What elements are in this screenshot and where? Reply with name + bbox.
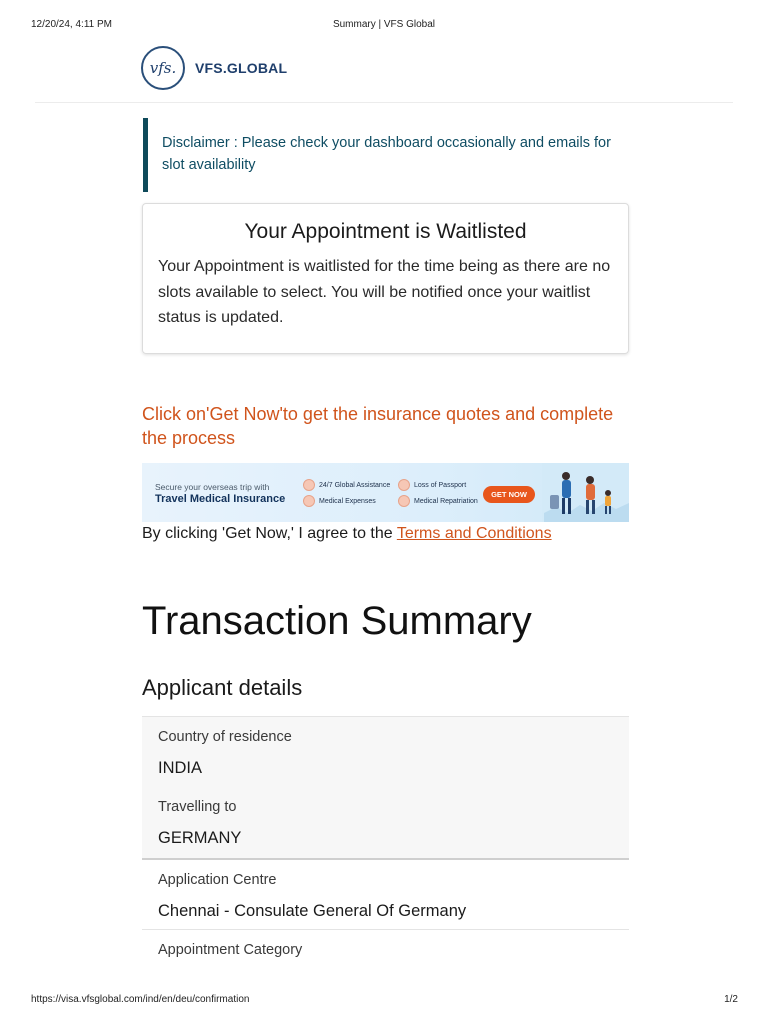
detail-row-appointment-category: Appointment Category [142, 929, 629, 989]
print-header: 12/20/24, 4:11 PM Summary | VFS Global [0, 19, 768, 33]
passport-icon [398, 479, 410, 491]
print-footer: https://visa.vfsglobal.com/ind/en/deu/co… [0, 994, 768, 1008]
waitlist-status-card: Your Appointment is Waitlisted Your Appo… [142, 203, 629, 354]
detail-label: Travelling to [158, 799, 237, 815]
banner-feature: Medical Expenses [303, 495, 376, 507]
detail-value: INDIA [158, 759, 203, 777]
terms-prefix: By clicking 'Get Now,' I agree to the [142, 525, 397, 542]
print-url: https://visa.vfsglobal.com/ind/en/deu/co… [31, 994, 250, 1005]
print-page-number: 1/2 [724, 994, 738, 1005]
header-divider [35, 102, 733, 103]
disclaimer-notice: Disclaimer : Please check your dashboard… [143, 118, 613, 192]
travel-insurance-banner[interactable]: Secure your overseas trip with Travel Me… [142, 463, 629, 522]
medical-expenses-icon [303, 495, 315, 507]
banner-feature: Medical Repatriation [398, 495, 478, 507]
disclaimer-text: Disclaimer : Please check your dashboard… [162, 135, 611, 173]
vfs-logo-mark: vfs. [141, 46, 185, 90]
banner-headline: Travel Medical Insurance [155, 493, 286, 505]
waitlist-title: Your Appointment is Waitlisted [244, 220, 527, 243]
repatriation-icon [398, 495, 410, 507]
travelers-illustration [542, 463, 629, 522]
detail-value: GERMANY [158, 829, 242, 847]
banner-tagline: Secure your overseas trip with [155, 482, 270, 492]
terms-and-conditions-link[interactable]: Terms and Conditions [397, 525, 552, 542]
banner-feature: Loss of Passport [398, 479, 466, 491]
detail-row-travelling-to: Travelling to GERMANY [142, 787, 629, 858]
vfs-global-logo[interactable]: vfs. VFS.GLOBAL [141, 46, 287, 90]
vfs-logo-text: VFS.GLOBAL [195, 60, 288, 76]
detail-row-application-centre: Application Centre Chennai - Consulate G… [142, 858, 629, 929]
detail-label: Country of residence [158, 729, 292, 745]
insurance-cta-text: Click on'Get Now'to get the insurance qu… [142, 404, 614, 448]
detail-label: Application Centre [158, 872, 277, 888]
detail-label: Appointment Category [158, 942, 303, 958]
terms-consent: By clicking 'Get Now,' I agree to the Te… [142, 523, 552, 545]
detail-value: Chennai - Consulate General Of Germany [158, 902, 467, 920]
get-now-button[interactable]: GET NOW [483, 486, 535, 503]
assistance-icon [303, 479, 315, 491]
section-title: Applicant details [142, 675, 303, 700]
applicant-details-table: Country of residence INDIA Travelling to… [142, 716, 629, 989]
print-page-title: Summary | VFS Global [332, 19, 436, 30]
detail-row-country-of-residence: Country of residence INDIA [142, 716, 629, 787]
page-title: Transaction Summary [142, 599, 532, 643]
waitlist-message: Your Appointment is waitlisted for the t… [158, 258, 611, 326]
banner-feature: 24/7 Global Assistance [303, 479, 390, 491]
